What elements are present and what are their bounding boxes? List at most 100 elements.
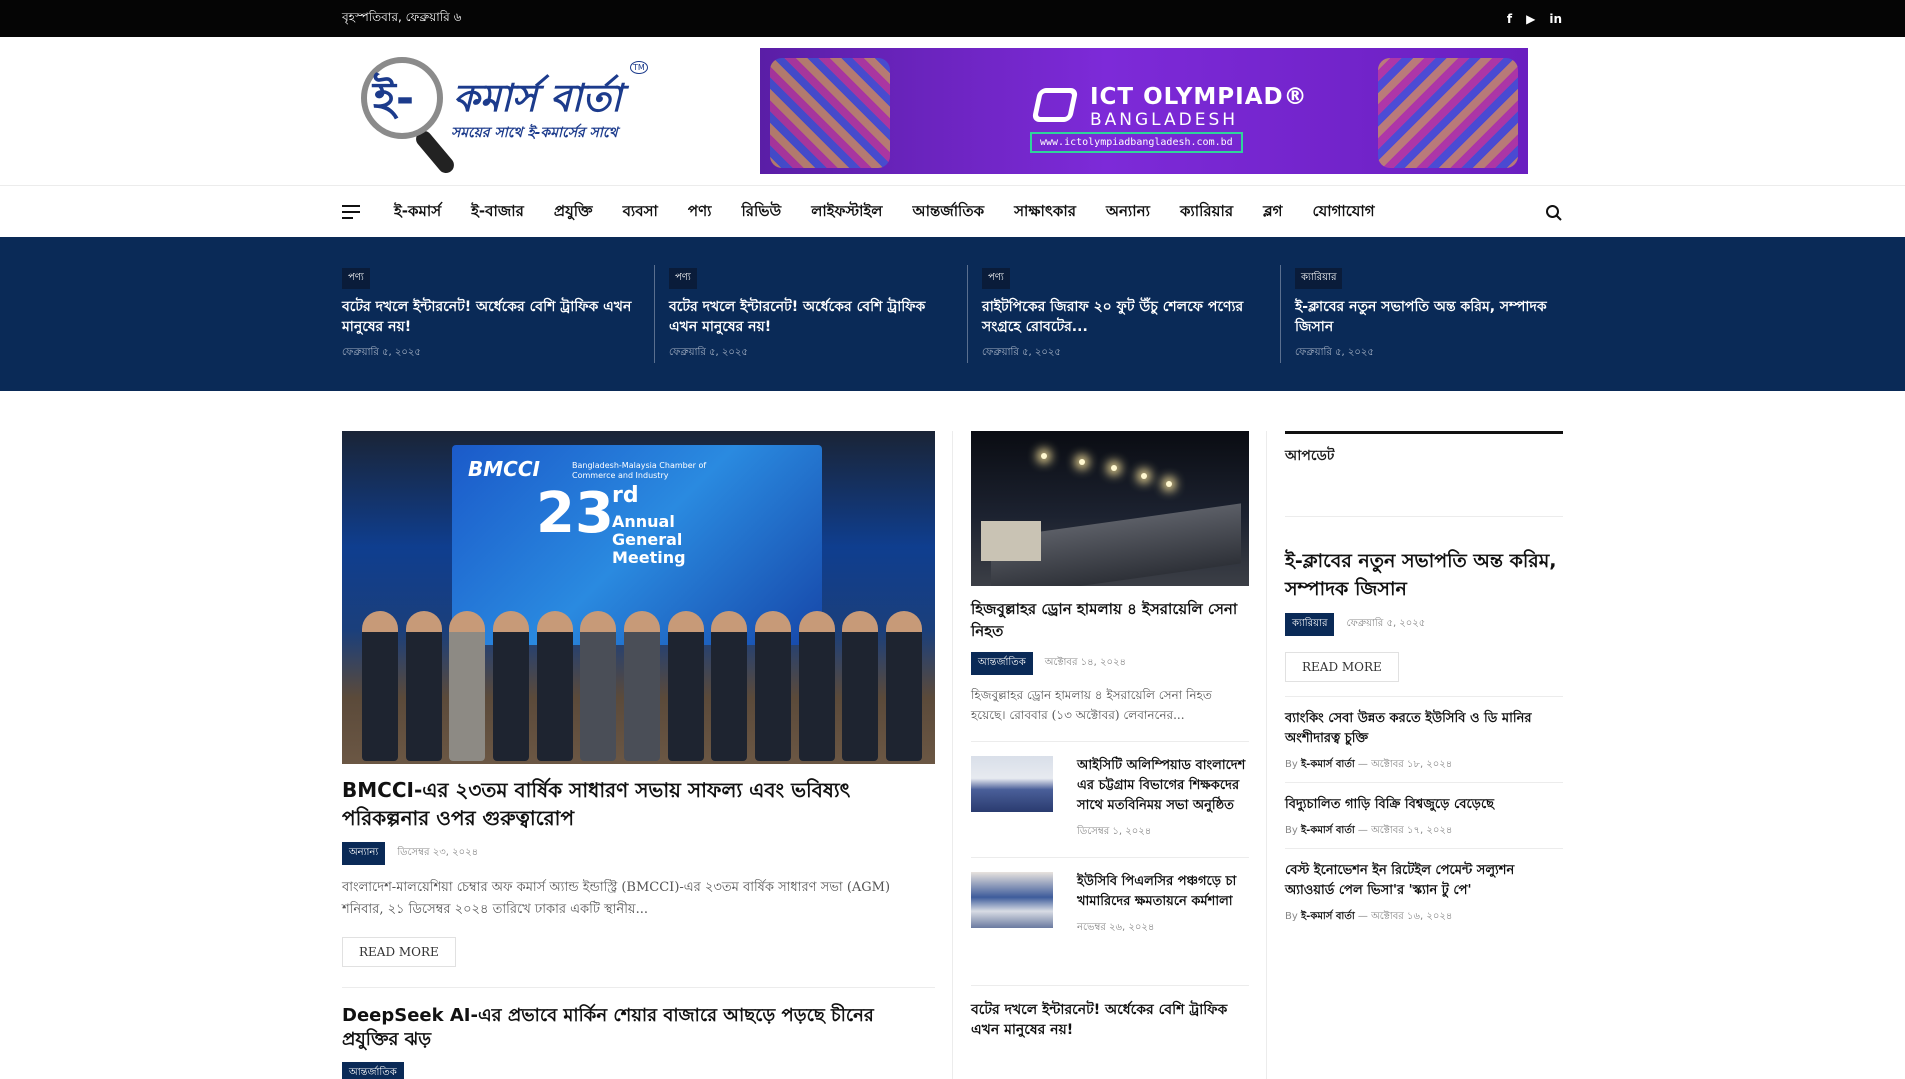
- list-item-title[interactable]: ব্যাংকিং সেবা উন্নত করতে ইউসিবি ও ডি মান…: [1285, 709, 1563, 749]
- nav-item[interactable]: পণ্য: [688, 200, 712, 225]
- list-item-title[interactable]: বিদ্যুচালিত গাড়ি বিক্রি বিশ্বজুড়ে বেড়…: [1285, 795, 1563, 815]
- category-badge[interactable]: ক্যারিয়ার: [1285, 613, 1335, 636]
- logo-mark: ই-: [373, 73, 415, 124]
- nav-item[interactable]: ক্যারিয়ার: [1180, 200, 1233, 225]
- post-thumbnail[interactable]: [971, 756, 1053, 812]
- street-lamp: [1111, 465, 1117, 471]
- author-name[interactable]: ই-কমার্স বার্তা: [1301, 911, 1355, 922]
- nav-item[interactable]: অন্যান্য: [1106, 200, 1150, 225]
- nav-item[interactable]: ব্যবসা: [623, 200, 658, 225]
- post-date: অক্টোবর ১৮, ২০২৪: [1371, 759, 1453, 770]
- category-badge[interactable]: পণ্য: [669, 268, 697, 289]
- lead-headline[interactable]: BMCCI-এর ২৩তম বার্ষিক সাধারণ সভায় সাফল্…: [342, 776, 935, 832]
- search-icon[interactable]: [1545, 204, 1563, 222]
- banner-subtitle: BANGLADESH: [1090, 110, 1239, 130]
- youtube-icon[interactable]: ▶: [1526, 12, 1535, 26]
- person-figure: [667, 611, 704, 761]
- person-figure: [580, 611, 617, 761]
- middle-column: হিজবুল্লাহর ড্রোন হামলায় ৪ ইসরায়েলি সে…: [971, 431, 1249, 1040]
- nav-item[interactable]: লাইফস্টাইল: [811, 200, 882, 225]
- second-meta: আন্তর্জাতিক: [342, 1062, 935, 1079]
- list-item[interactable]: ব্যাংকিং সেবা উন্নত করতে ইউসিবি ও ডি মান…: [1285, 696, 1563, 782]
- category-badge[interactable]: পণ্য: [982, 268, 1010, 289]
- site-header: ই- কমার্স বার্তা সময়ের সাথে ই-কমার্সের …: [0, 37, 1905, 185]
- nav-item[interactable]: সাক্ষাৎকার: [1014, 200, 1076, 225]
- ticker-title[interactable]: ই-ক্লাবের নতুন সভাপতি অন্ত করিম, সম্পাদক…: [1295, 297, 1578, 337]
- person-figure: [492, 611, 529, 761]
- banner-decoration-right: [1378, 58, 1518, 168]
- hero-image[interactable]: BMCCI Bangladesh-Malaysia Chamber of Com…: [342, 431, 935, 764]
- screen-ordinal: rd: [612, 483, 639, 508]
- sidebar: আপডেট ই-ক্লাবের নতুন সভাপতি অন্ত করিম, স…: [1285, 431, 1563, 934]
- ticker-item[interactable]: পণ্য রাইটপিকের জিরাফ ২০ ফুট উঁচু শেলফে প…: [968, 265, 1281, 363]
- street-lamp: [1166, 481, 1172, 487]
- author-name[interactable]: ই-কমার্স বার্তা: [1301, 825, 1355, 836]
- current-date: বৃহস্পতিবার, ফেব্রুয়ারি ৬: [342, 9, 462, 24]
- group-photo: [362, 591, 922, 761]
- lead-excerpt: বাংলাদেশ-মালয়েশিয়া চেম্বার অফ কমার্স অ…: [342, 880, 891, 917]
- facebook-icon[interactable]: f: [1507, 12, 1512, 26]
- read-more-button[interactable]: READ MORE: [1285, 652, 1399, 682]
- category-badge[interactable]: আন্তর্জাতিক: [971, 652, 1033, 675]
- sidebar-feature-title[interactable]: ই-ক্লাবের নতুন সভাপতি অন্ত করিম, সম্পাদক…: [1285, 547, 1563, 603]
- ticker-date: ফেব্রুয়ারি ৫, ২০২৫: [669, 347, 748, 358]
- nav-item[interactable]: ব্লগ: [1263, 200, 1282, 225]
- mini-post[interactable]: ইউসিবি পিএলসির পঞ্চগড়ে চা খামারিদের ক্ষ…: [971, 857, 1249, 937]
- second-headline[interactable]: DeepSeek AI-এর প্রভাবে মার্কিন শেয়ার বা…: [342, 1004, 935, 1052]
- article-excerpt: হিজবুল্লাহর ড্রোন হামলায় ৪ ইসরায়েলি সে…: [971, 688, 1212, 722]
- banner-title: ICT OLYMPIAD®: [1090, 84, 1308, 110]
- mini-post[interactable]: আইসিটি অলিম্পিয়াড বাংলাদেশ এর চট্টগ্রাম…: [971, 741, 1249, 841]
- post-date: অক্টোবর ১৬, ২০২৪: [1371, 911, 1453, 922]
- nav-item[interactable]: যোগাযোগ: [1313, 200, 1375, 225]
- ticker-date: ফেব্রুয়ারি ৫, ২০২৫: [982, 347, 1061, 358]
- person-figure: [842, 611, 879, 761]
- ticker-title[interactable]: বটের দখলে ইন্টারনেট! অর্ধেকের বেশি ট্রাফ…: [669, 297, 951, 337]
- mini-post-title[interactable]: আইসিটি অলিম্পিয়াড বাংলাদেশ এর চট্টগ্রাম…: [1077, 756, 1249, 816]
- list-item-title[interactable]: বেস্ট ইনোভেশন ইন রিটেইল পেমেন্ট সল্যুশন …: [1285, 861, 1563, 901]
- article-headline[interactable]: হিজবুল্লাহর ড্রোন হামলায় ৪ ইসরায়েলি সে…: [971, 598, 1249, 642]
- post-thumbnail[interactable]: [971, 872, 1053, 928]
- ticker-title[interactable]: রাইটপিকের জিরাফ ২০ ফুট উঁচু শেলফে পণ্যের…: [982, 297, 1264, 337]
- screen-agm-text: Annual General Meeting: [612, 512, 686, 567]
- screen-logo-text: BMCCI: [468, 457, 540, 481]
- site-logo[interactable]: ই- কমার্স বার্তা সময়ের সাথে ই-কমার্সের …: [355, 47, 655, 177]
- person-figure: [405, 611, 442, 761]
- text-post-title[interactable]: বটের দখলে ইন্টারনেট! অর্ধেকের বেশি ট্রাফ…: [971, 985, 1249, 1040]
- ticker-title[interactable]: বটের দখলে ইন্টারনেট! অর্ধেকের বেশি ট্রাফ…: [342, 297, 638, 337]
- list-item[interactable]: বিদ্যুচালিত গাড়ি বিক্রি বিশ্বজুড়ে বেড়…: [1285, 782, 1563, 848]
- menu-icon[interactable]: [342, 205, 360, 219]
- read-more-button[interactable]: READ MORE: [342, 937, 456, 967]
- category-badge[interactable]: ক্যারিয়ার: [1295, 268, 1343, 289]
- logo-tagline: সময়ের সাথে ই-কমার্সের সাথে: [451, 125, 618, 141]
- person-figure: [536, 611, 573, 761]
- category-badge[interactable]: পণ্য: [342, 268, 370, 289]
- nav-item[interactable]: ই-বাজার: [471, 200, 524, 225]
- column-divider: [952, 431, 953, 1079]
- category-badge[interactable]: অন্যান্য: [342, 842, 386, 865]
- street-lamp: [1079, 459, 1085, 465]
- article-meta: আন্তর্জাতিক অক্টোবর ১৪, ২০২৪: [971, 652, 1249, 675]
- olympiad-logo-icon: [1031, 88, 1079, 122]
- building-shape: [981, 521, 1041, 561]
- list-item[interactable]: বেস্ট ইনোভেশন ইন রিটেইল পেমেন্ট সল্যুশন …: [1285, 848, 1563, 934]
- mini-post-title[interactable]: ইউসিবি পিএলসির পঞ্চগড়ে চা খামারিদের ক্ষ…: [1077, 872, 1249, 912]
- linkedin-icon[interactable]: in: [1549, 12, 1562, 26]
- person-figure: [798, 611, 835, 761]
- column-divider: [1266, 431, 1267, 1079]
- nav-item[interactable]: রিভিউ: [742, 200, 782, 225]
- person-figure: [623, 611, 660, 761]
- featured-ticker: পণ্য বটের দখলে ইন্টারনেট! অর্ধেকের বেশি …: [0, 237, 1905, 391]
- nav-item[interactable]: ই-কমার্স: [394, 200, 441, 225]
- article-image[interactable]: [971, 431, 1249, 586]
- ticker-item[interactable]: পণ্য বটের দখলে ইন্টারনেট! অর্ধেকের বেশি …: [655, 265, 968, 363]
- category-badge[interactable]: আন্তর্জাতিক: [342, 1062, 404, 1079]
- ad-banner[interactable]: ICT OLYMPIAD® BANGLADESH www.ictolympiad…: [760, 48, 1528, 174]
- mini-post-date: ডিসেম্বর ১, ২০২৪: [1077, 826, 1152, 837]
- ticker-item[interactable]: ক্যারিয়ার ই-ক্লাবের নতুন সভাপতি অন্ত কর…: [1281, 265, 1594, 363]
- screen-subtitle: Bangladesh-Malaysia Chamber of Commerce …: [572, 461, 707, 480]
- ticker-item[interactable]: পণ্য বটের দখলে ইন্টারনেট! অর্ধেকের বেশি …: [342, 265, 655, 363]
- sidebar-heading: আপডেট: [1285, 431, 1563, 517]
- author-name[interactable]: ই-কমার্স বার্তা: [1301, 759, 1355, 770]
- nav-item[interactable]: আন্তর্জাতিক: [912, 200, 984, 225]
- nav-item[interactable]: প্রযুক্তি: [554, 200, 593, 225]
